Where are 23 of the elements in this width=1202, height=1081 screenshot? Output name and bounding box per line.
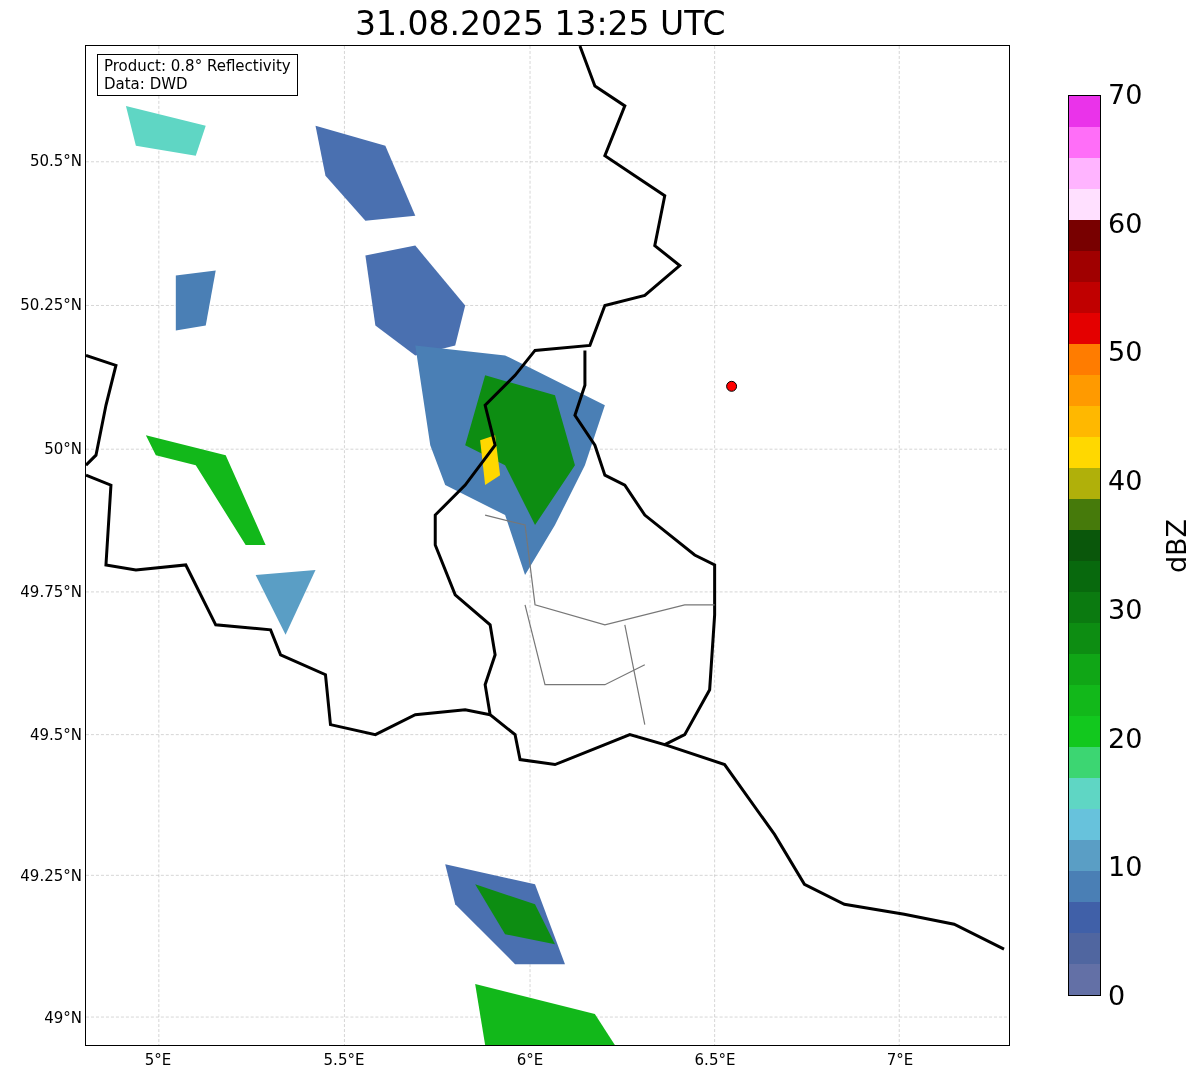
colorbar-tick-label: 10: [1108, 851, 1143, 884]
longitude-tick-label: 6.5°E: [694, 1051, 736, 1069]
latitude-tick-label: 49.75°N: [20, 583, 82, 601]
latitude-tick-label: 49.25°N: [20, 867, 82, 885]
longitude-tick-label: 5°E: [144, 1051, 172, 1069]
colorbar-tick-label: 50: [1108, 336, 1143, 369]
latitude-tick-label: 49.5°N: [29, 726, 82, 744]
longitude-tick-label: 7°E: [886, 1051, 914, 1069]
latitude-tick-label: 50.25°N: [20, 296, 82, 314]
colorbar-tick-label: 0: [1108, 979, 1126, 1012]
latitude-tick-label: 50.5°N: [29, 152, 82, 170]
chart-title: 31.08.2025 13:25 UTC: [355, 4, 726, 44]
colorbar-tick-label: 70: [1108, 79, 1143, 111]
longitude-tick-label: 5.5°E: [323, 1051, 365, 1069]
latitude-tick-label: 49°N: [44, 1009, 82, 1027]
colorbar-tick-label: 30: [1108, 593, 1143, 626]
colorbar-tick-label: 20: [1108, 722, 1143, 755]
latitude-tick-label: 50°N: [44, 440, 82, 458]
colorbar-tick-label: 40: [1108, 465, 1143, 498]
colorbar-tick-label: 60: [1108, 207, 1143, 240]
colorbar-label: dBZ: [1161, 518, 1194, 574]
info-box: Product: 0.8° Reflectivity Data: DWD: [97, 54, 298, 96]
longitude-tick-label: 6°E: [516, 1051, 544, 1069]
